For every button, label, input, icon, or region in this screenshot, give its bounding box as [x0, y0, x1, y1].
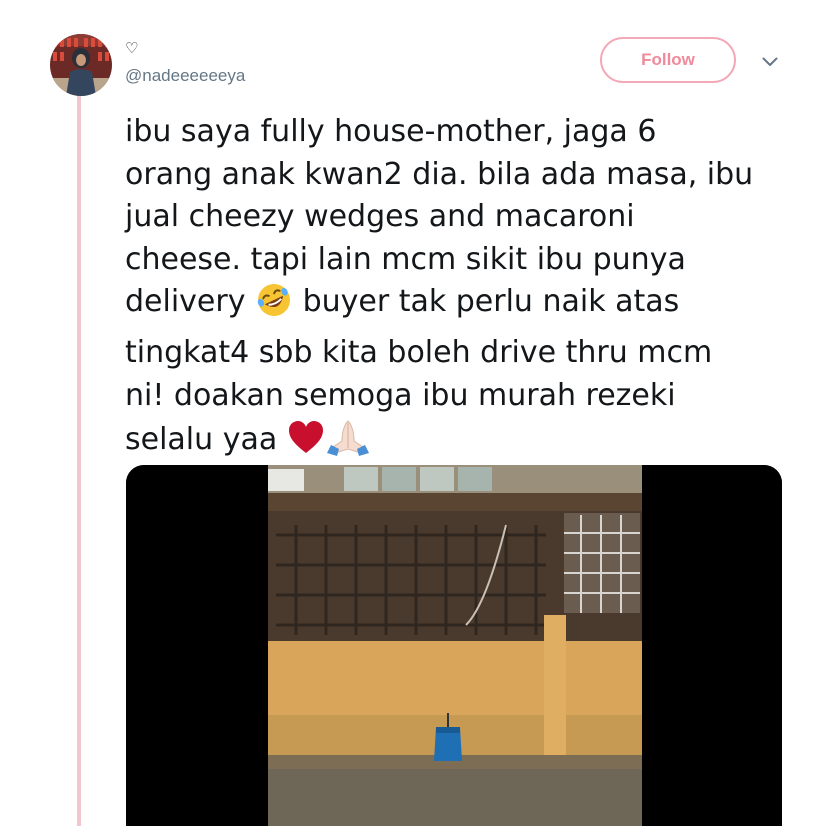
tweet-line-3: jual cheezy wedges and macaroni — [125, 199, 635, 235]
tweet-line-8: ni! doakan semoga ibu murah rezeki — [125, 377, 676, 413]
tweet-text: ibu saya fully house-mother, jaga 6 oran… — [125, 111, 795, 470]
user-handle[interactable]: @nadeeeeeeya — [125, 66, 245, 86]
rolling-on-floor-laughing-emoji — [255, 281, 293, 332]
tweet-line-2: orang anak kwan2 dia. bila ada masa, ibu — [125, 156, 754, 192]
follow-button[interactable]: Follow — [600, 37, 736, 83]
follow-button-label: Follow — [641, 50, 695, 69]
thread-line — [77, 92, 81, 826]
tweet-line-5: delivery — [125, 284, 246, 320]
avatar[interactable] — [50, 34, 112, 96]
tweet-line-1: ibu saya fully house-mother, jaga 6 — [125, 114, 657, 149]
display-name[interactable]: ♡ — [125, 40, 138, 56]
tweet-line-9: selalu yaa — [125, 422, 278, 458]
chevron-down-icon[interactable] — [757, 50, 783, 74]
video-frame — [126, 465, 782, 826]
tweet-line-6: buyer tak perlu naik atas — [302, 284, 680, 320]
video-player[interactable] — [126, 465, 782, 826]
tweet-line-4: cheese. tapi lain mcm sikit ibu punya — [125, 241, 686, 277]
folded-hands-emoji — [325, 417, 371, 470]
tweet-line-7: tingkat4 sbb kita boleh drive thru mcm — [125, 334, 713, 370]
red-heart-emoji — [287, 419, 325, 470]
